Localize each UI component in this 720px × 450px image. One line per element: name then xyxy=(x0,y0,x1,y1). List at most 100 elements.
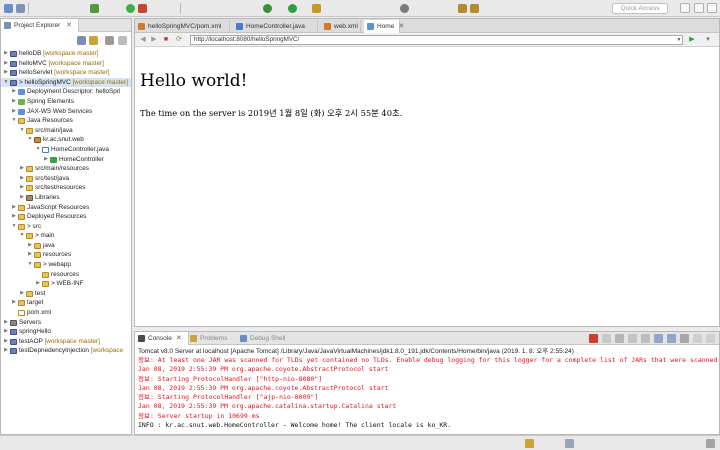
chevron-right-icon[interactable]: ▶ xyxy=(11,97,17,107)
console-tab[interactable]: Problems xyxy=(187,332,233,345)
browser-menu-icon[interactable]: ▾ xyxy=(704,36,712,44)
browser-go-icon[interactable]: ▶ xyxy=(688,36,696,44)
close-icon[interactable]: ✕ xyxy=(176,335,182,342)
minimize-icon[interactable] xyxy=(693,334,703,343)
chevron-right-icon[interactable]: ▶ xyxy=(27,241,33,251)
tree-item[interactable]: ▶ springHello xyxy=(1,327,131,337)
browser-refresh-icon[interactable]: ⟳ xyxy=(175,36,183,44)
clear-console-icon[interactable] xyxy=(615,334,625,343)
chevron-down-icon[interactable]: ▼ xyxy=(11,222,17,232)
editor-tab[interactable]: web.xml xyxy=(321,20,361,33)
chevron-right-icon[interactable]: ▶ xyxy=(11,87,17,97)
tree-item[interactable]: ▼ HomeController.java xyxy=(1,145,131,155)
status-git-icon[interactable] xyxy=(525,439,534,448)
chevron-right-icon[interactable]: ▶ xyxy=(3,318,9,328)
browser-stop-icon[interactable]: ■ xyxy=(162,36,170,44)
chevron-down-icon[interactable]: ▼ xyxy=(19,231,25,241)
view-menu-icon[interactable] xyxy=(105,36,114,45)
tree-item[interactable]: ▶ resources xyxy=(1,250,131,260)
tree-item[interactable]: ▼ > webapp xyxy=(1,260,131,270)
chevron-right-icon[interactable]: ▶ xyxy=(11,203,17,213)
tree-item[interactable]: ▶ target xyxy=(1,298,131,308)
tree-item[interactable]: ▶ helloDB [workspace master] xyxy=(1,49,131,59)
back-icon[interactable] xyxy=(458,4,467,13)
status-progress-icon[interactable] xyxy=(565,439,574,448)
chevron-right-icon[interactable]: ▶ xyxy=(3,68,9,78)
chevron-right-icon[interactable]: ▶ xyxy=(11,212,17,222)
browser-url-input[interactable]: http://localhost:8080/helloSpringMVC/ xyxy=(190,35,683,45)
open-console-icon[interactable] xyxy=(680,334,690,343)
chevron-right-icon[interactable]: ▶ xyxy=(19,183,25,193)
chevron-right-icon[interactable]: ▶ xyxy=(43,155,49,165)
chevron-right-icon[interactable]: ▶ xyxy=(19,174,25,184)
new-icon[interactable] xyxy=(4,4,13,13)
chevron-right-icon[interactable]: ▶ xyxy=(3,346,9,356)
editor-tab[interactable]: HomeController.java xyxy=(233,20,318,33)
close-icon[interactable]: ✕ xyxy=(398,23,404,30)
chevron-right-icon[interactable]: ▶ xyxy=(19,289,25,299)
debug-icon[interactable] xyxy=(90,4,99,13)
run-icon[interactable] xyxy=(126,4,135,13)
tree-item[interactable]: ▼ kr.ac.snut.web xyxy=(1,135,131,145)
tree-item[interactable]: ▼ > main xyxy=(1,231,131,241)
link-editor-icon[interactable] xyxy=(89,36,98,45)
save-icon[interactable] xyxy=(16,4,25,13)
chevron-right-icon[interactable]: ▶ xyxy=(19,164,25,174)
browser-forward-icon[interactable]: ▶ xyxy=(150,36,158,44)
editor-tab[interactable]: helloSpringMVC/pom.xml xyxy=(135,20,230,33)
perspective-java-icon[interactable] xyxy=(680,3,690,13)
chevron-down-icon[interactable]: ▼ xyxy=(27,135,33,145)
coverage-icon[interactable] xyxy=(312,4,321,13)
tree-item[interactable]: ▶ Servers xyxy=(1,318,131,328)
chevron-right-icon[interactable]: ▶ xyxy=(3,59,9,69)
console-tab[interactable]: Debug Shell xyxy=(237,332,291,345)
tree-item[interactable]: ▶ Spring Elements xyxy=(1,97,131,107)
chevron-right-icon[interactable]: ▶ xyxy=(19,193,25,203)
tree-item[interactable]: ▶ helloServlet [workspace master] xyxy=(1,68,131,78)
scroll-lock-icon[interactable] xyxy=(628,334,638,343)
tree-item[interactable]: ▶ JAX-WS Web Services xyxy=(1,107,131,117)
debug-run-icon[interactable] xyxy=(263,4,272,13)
chevron-down-icon[interactable]: ▼ xyxy=(35,145,41,155)
tab-project-explorer[interactable]: Project Explorer ✕ xyxy=(1,19,79,32)
editor-tab[interactable]: Home ✕ xyxy=(364,20,404,33)
tree-item[interactable]: ▼ > src xyxy=(1,222,131,232)
browser-back-icon[interactable]: ◀ xyxy=(139,36,147,44)
display-console-icon[interactable] xyxy=(667,334,677,343)
tree-item[interactable]: resources xyxy=(1,270,131,280)
quick-access-input[interactable]: Quick Access xyxy=(612,3,668,14)
chevron-down-icon[interactable]: ▼ xyxy=(11,116,17,126)
tree-item[interactable]: ▶ testDepnedencyInjection [workspace xyxy=(1,346,131,356)
tree-item[interactable]: ▼ > helloSpringMVC [workspace master] xyxy=(1,77,131,88)
remove-launch-icon[interactable] xyxy=(602,334,612,343)
tree-item[interactable]: ▶ helloMVC [workspace master] xyxy=(1,59,131,69)
tree-item[interactable]: ▶ JavaScript Resources xyxy=(1,203,131,213)
tree-item[interactable]: ▶ Libraries xyxy=(1,193,131,203)
chevron-right-icon[interactable]: ▶ xyxy=(3,327,9,337)
chevron-down-icon[interactable]: ▼ xyxy=(27,260,33,270)
chevron-right-icon[interactable]: ▶ xyxy=(27,250,33,260)
console-output[interactable]: 정보: At least one JAR was scanned for TLD… xyxy=(138,356,719,430)
console-tab[interactable]: Console ✕ xyxy=(135,332,189,345)
tree-item[interactable]: ▶ java xyxy=(1,241,131,251)
collapse-all-icon[interactable] xyxy=(77,36,86,45)
chevron-down-icon[interactable]: ▼ xyxy=(3,78,9,88)
terminate-icon[interactable] xyxy=(589,334,599,343)
maximize-icon[interactable] xyxy=(706,334,715,343)
word-wrap-icon[interactable] xyxy=(641,334,651,343)
tree-item[interactable]: ▶ Deployed Resources xyxy=(1,212,131,222)
chevron-right-icon[interactable]: ▶ xyxy=(3,337,9,347)
tree-item[interactable]: ▶ test xyxy=(1,289,131,299)
url-history-dropdown-icon[interactable]: ▼ xyxy=(675,35,683,45)
perspective-web-icon[interactable] xyxy=(707,3,717,13)
close-icon[interactable]: ✕ xyxy=(66,22,72,29)
perspective-debug-icon[interactable] xyxy=(694,3,704,13)
server-start-icon[interactable] xyxy=(138,4,147,13)
tree-item[interactable]: ▼ src/main/java xyxy=(1,126,131,136)
tree-item[interactable]: ▼ Java Resources xyxy=(1,116,131,126)
chevron-right-icon[interactable]: ▶ xyxy=(3,49,9,59)
tree-item[interactable]: ▶ src/test/resources xyxy=(1,183,131,193)
run-dropdown-icon[interactable] xyxy=(288,4,297,13)
tree-item[interactable]: ▶ Deployment Descriptor: helloSpri xyxy=(1,87,131,97)
tree-item[interactable]: ▶ HomeController xyxy=(1,155,131,165)
